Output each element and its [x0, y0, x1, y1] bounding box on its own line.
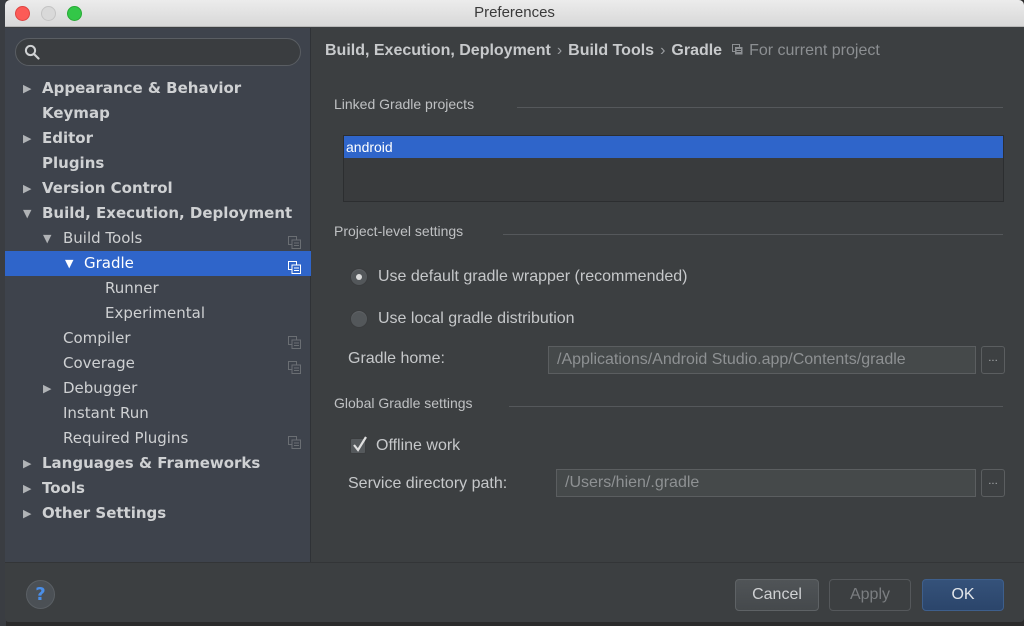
sidebar-item-label: Coverage	[63, 354, 135, 372]
project-scope-icon	[288, 232, 301, 249]
sidebar-item-debugger[interactable]: ▶ Debugger	[5, 376, 311, 401]
sidebar-item-instant-run[interactable]: Instant Run	[5, 401, 311, 426]
sidebar-item-tools[interactable]: ▶ Tools	[5, 476, 311, 501]
window-title: Preferences	[474, 4, 555, 21]
sidebar-item-runner[interactable]: Runner	[5, 276, 311, 301]
linked-project-item[interactable]: android	[344, 136, 1003, 158]
sidebar-item-label: Editor	[42, 129, 93, 147]
help-button[interactable]: ?	[26, 580, 55, 609]
service-directory-input[interactable]: /Users/hien/.gradle	[556, 469, 976, 497]
project-scope-icon	[288, 432, 301, 449]
section-divider	[509, 406, 1003, 407]
sidebar-item-compiler[interactable]: Compiler	[5, 326, 311, 351]
project-scope-icon	[288, 357, 301, 374]
service-directory-browse-button[interactable]: ...	[981, 469, 1005, 497]
sidebar-item-version-control[interactable]: ▶ Version Control	[5, 176, 311, 201]
expand-arrow-right-icon[interactable]: ▶	[23, 76, 35, 101]
breadcrumb-separator: ›	[660, 42, 666, 59]
sidebar-item-label: Required Plugins	[63, 429, 189, 447]
title-bar: Preferences	[5, 0, 1024, 27]
sidebar-item-coverage[interactable]: Coverage	[5, 351, 311, 376]
expand-arrow-right-icon[interactable]: ▶	[23, 451, 35, 476]
sidebar-item-build-tools[interactable]: ▼ Build Tools	[5, 226, 311, 251]
sidebar-item-gradle[interactable]: ▼ Gradle	[5, 251, 311, 276]
expand-arrow-right-icon[interactable]: ▶	[43, 376, 55, 401]
sidebar-item-label: Build, Execution, Deployment	[42, 204, 293, 222]
gradle-home-browse-button[interactable]: ...	[981, 346, 1005, 374]
project-scope-icon	[288, 257, 301, 274]
checkmark-icon	[353, 436, 367, 452]
local-distribution-option[interactable]: Use local gradle distribution	[350, 308, 575, 330]
settings-search-input[interactable]	[15, 38, 301, 66]
sidebar-item-editor[interactable]: ▶ Editor	[5, 126, 311, 151]
default-wrapper-option[interactable]: Use default gradle wrapper (recommended)	[350, 266, 687, 288]
apply-button[interactable]: Apply	[829, 579, 911, 611]
sidebar-item-label: Debugger	[63, 379, 138, 397]
sidebar-item-label: Appearance & Behavior	[42, 79, 242, 97]
service-directory-label: Service directory path:	[348, 475, 508, 492]
ok-button[interactable]: OK	[922, 579, 1004, 611]
project-scope-icon	[732, 42, 743, 55]
default-wrapper-label: Use default gradle wrapper (recommended)	[378, 268, 688, 285]
local-distribution-label: Use local gradle distribution	[378, 310, 575, 327]
gradle-home-input[interactable]: /Applications/Android Studio.app/Content…	[548, 346, 976, 374]
expand-arrow-right-icon[interactable]: ▶	[23, 176, 35, 201]
offline-work-checkbox[interactable]	[350, 436, 367, 454]
expand-arrow-right-icon[interactable]: ▶	[23, 126, 35, 151]
sidebar-item-appearance-behavior[interactable]: ▶ Appearance & Behavior	[5, 76, 311, 101]
sidebar-item-experimental[interactable]: Experimental	[5, 301, 311, 326]
default-wrapper-radio[interactable]	[350, 268, 368, 286]
sidebar-item-build-execution-deployment[interactable]: ▼ Build, Execution, Deployment	[5, 201, 311, 226]
sidebar-item-label: Version Control	[42, 179, 173, 197]
search-icon	[24, 44, 40, 60]
breadcrumb: Build, Execution, Deployment › Build Tools…	[325, 42, 880, 60]
sidebar-item-languages-frameworks[interactable]: ▶ Languages & Frameworks	[5, 451, 311, 476]
offline-work-option[interactable]: Offline work	[350, 435, 460, 457]
linked-projects-title: Linked Gradle projects	[334, 96, 475, 112]
project-scope-icon	[288, 332, 301, 349]
sidebar-item-keymap[interactable]: Keymap	[5, 101, 311, 126]
expand-arrow-down-icon[interactable]: ▼	[23, 201, 35, 226]
sidebar-item-label: Keymap	[42, 104, 110, 122]
breadcrumb-item: Build Tools	[568, 42, 655, 59]
breadcrumb-item: Build, Execution, Deployment	[325, 42, 551, 59]
sidebar-item-required-plugins[interactable]: Required Plugins	[5, 426, 311, 451]
gradle-home-label: Gradle home:	[348, 350, 445, 367]
preferences-window: Preferences ▶ Appearance & Behavior Keymap…	[5, 0, 1024, 622]
local-distribution-radio[interactable]	[350, 310, 368, 328]
global-settings-title: Global Gradle settings	[334, 395, 473, 411]
cancel-button[interactable]: Cancel	[735, 579, 819, 611]
sidebar-item-label: Plugins	[42, 154, 105, 172]
sidebar-item-label: Tools	[42, 479, 85, 497]
expand-arrow-right-icon[interactable]: ▶	[23, 501, 35, 526]
sidebar-item-label: Compiler	[63, 329, 131, 347]
sidebar-item-plugins[interactable]: Plugins	[5, 151, 311, 176]
expand-arrow-down-icon[interactable]: ▼	[43, 226, 55, 251]
sidebar-item-label: Build Tools	[63, 229, 143, 247]
sidebar-item-label: Gradle	[84, 254, 134, 272]
section-divider	[503, 234, 1003, 235]
sidebar-item-other-settings[interactable]: ▶ Other Settings	[5, 501, 311, 526]
settings-tree: ▶ Appearance & Behavior Keymap ▶ Editor Plugi…	[5, 76, 311, 526]
expand-arrow-right-icon[interactable]: ▶	[23, 476, 35, 501]
settings-sidebar: ▶ Appearance & Behavior Keymap ▶ Editor Plugi…	[5, 28, 311, 562]
sidebar-item-label: Experimental	[105, 304, 206, 322]
sidebar-item-label: Runner	[105, 279, 159, 297]
gradle-settings-panel: Build, Execution, Deployment › Build Tools…	[312, 28, 1024, 562]
breadcrumb-item: Gradle	[671, 42, 723, 59]
section-divider	[517, 107, 1003, 108]
sidebar-item-label: Languages & Frameworks	[42, 454, 261, 472]
dialog-footer: ? Cancel Apply OK	[5, 562, 1024, 622]
scope-label: For current project	[749, 42, 880, 59]
breadcrumb-separator: ›	[556, 42, 563, 59]
project-settings-title: Project-level settings	[334, 223, 464, 239]
sidebar-item-label: Instant Run	[63, 404, 149, 422]
sidebar-item-label: Other Settings	[42, 504, 167, 522]
expand-arrow-down-icon[interactable]: ▼	[65, 251, 77, 276]
offline-work-label: Offline work	[376, 437, 461, 454]
linked-projects-list[interactable]: android	[343, 135, 1004, 202]
